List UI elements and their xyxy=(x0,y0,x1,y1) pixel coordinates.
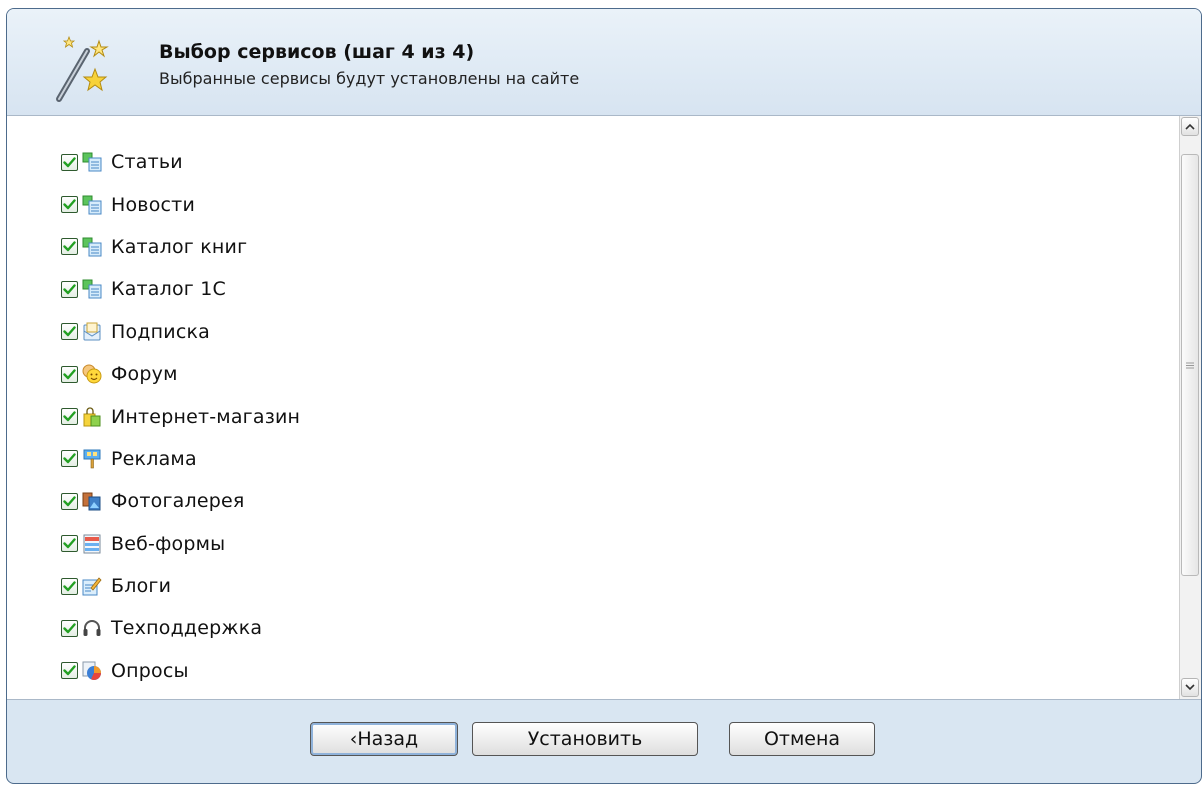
blog-pencil-icon xyxy=(82,577,102,596)
service-label: Блоги xyxy=(111,575,172,598)
service-item-blogs: Блоги xyxy=(61,565,300,607)
service-label: Техподдержка xyxy=(111,617,263,640)
web-form-icon xyxy=(83,534,101,554)
service-checkbox[interactable] xyxy=(61,280,78,298)
services-list: Статьи Новости Каталог книг Каталог 1С П… xyxy=(61,141,300,699)
service-item-news: Новости xyxy=(61,183,300,225)
service-item-1c-catalog: Каталог 1С xyxy=(61,268,300,310)
service-label: Подписка xyxy=(111,320,210,343)
wizard-header: Выбор сервисов (шаг 4 из 4) Выбранные се… xyxy=(7,9,1201,116)
cancel-button[interactable]: Отмена xyxy=(729,722,875,756)
service-checkbox[interactable] xyxy=(61,450,78,468)
service-item-book-catalog: Каталог книг xyxy=(61,226,300,268)
chevron-down-icon xyxy=(1185,684,1195,691)
service-label: Форум xyxy=(111,363,178,386)
pages-icon xyxy=(82,279,102,299)
vertical-scrollbar[interactable] xyxy=(1179,116,1201,699)
service-item-partial xyxy=(61,692,300,699)
service-item-web-forms: Веб-формы xyxy=(61,523,300,565)
setup-wizard-dialog: Выбор сервисов (шаг 4 из 4) Выбранные се… xyxy=(6,8,1202,784)
wand-stars-icon xyxy=(56,35,109,102)
wizard-subtitle: Выбранные сервисы будут установлены на с… xyxy=(159,69,580,88)
scrollbar-thumb[interactable] xyxy=(1181,154,1199,576)
billboard-icon xyxy=(83,449,101,469)
service-checkbox[interactable] xyxy=(61,238,78,256)
service-checkbox[interactable] xyxy=(61,492,78,510)
chevron-up-icon xyxy=(1185,123,1195,130)
scroll-down-button[interactable] xyxy=(1181,678,1199,697)
service-checkbox[interactable] xyxy=(61,196,78,214)
pages-icon xyxy=(82,195,102,215)
envelope-icon xyxy=(83,322,101,341)
service-item-articles: Статьи xyxy=(61,141,300,183)
headset-icon xyxy=(83,620,101,637)
back-button[interactable]: ‹Назад xyxy=(310,722,458,756)
grip-icon xyxy=(1186,362,1194,368)
service-label: Каталог 1С xyxy=(111,278,226,301)
service-label: Опросы xyxy=(111,659,189,682)
service-checkbox[interactable] xyxy=(61,577,78,595)
service-label: Фотогалерея xyxy=(111,490,245,513)
service-item-support: Техподдержка xyxy=(61,607,300,649)
photos-icon xyxy=(82,492,101,511)
service-item-subscription: Подписка xyxy=(61,311,300,353)
service-item-photo-gallery: Фотогалерея xyxy=(61,480,300,522)
install-button[interactable]: Установить xyxy=(472,722,698,756)
service-checkbox[interactable] xyxy=(61,323,78,341)
service-item-online-store: Интернет-магазин xyxy=(61,395,300,437)
scroll-up-button[interactable] xyxy=(1181,117,1199,136)
service-label: Реклама xyxy=(111,447,197,470)
service-label: Каталог книг xyxy=(111,235,248,258)
service-item-polls: Опросы xyxy=(61,650,300,692)
service-checkbox[interactable] xyxy=(61,408,78,426)
wizard-footer: ‹Назад Установить Отмена xyxy=(7,700,1201,783)
service-label: Веб-формы xyxy=(111,532,226,555)
service-checkbox[interactable] xyxy=(61,619,78,637)
service-checkbox[interactable] xyxy=(61,365,78,383)
service-label: Статьи xyxy=(111,151,183,174)
service-label: Новости xyxy=(111,193,195,216)
pie-chart-icon xyxy=(82,661,101,680)
service-item-forum: Форум xyxy=(61,353,300,395)
smileys-icon xyxy=(82,364,102,384)
service-item-advertising: Реклама xyxy=(61,438,300,480)
service-label: Интернет-магазин xyxy=(111,405,301,428)
services-list-panel: Статьи Новости Каталог книг Каталог 1С П… xyxy=(7,116,1201,700)
wizard-title: Выбор сервисов (шаг 4 из 4) xyxy=(159,41,475,63)
service-checkbox[interactable] xyxy=(61,153,78,171)
pages-icon xyxy=(82,152,102,172)
service-checkbox[interactable] xyxy=(61,535,78,553)
pages-icon xyxy=(82,237,102,257)
service-checkbox[interactable] xyxy=(61,662,78,680)
shopping-bag-icon xyxy=(83,406,101,427)
